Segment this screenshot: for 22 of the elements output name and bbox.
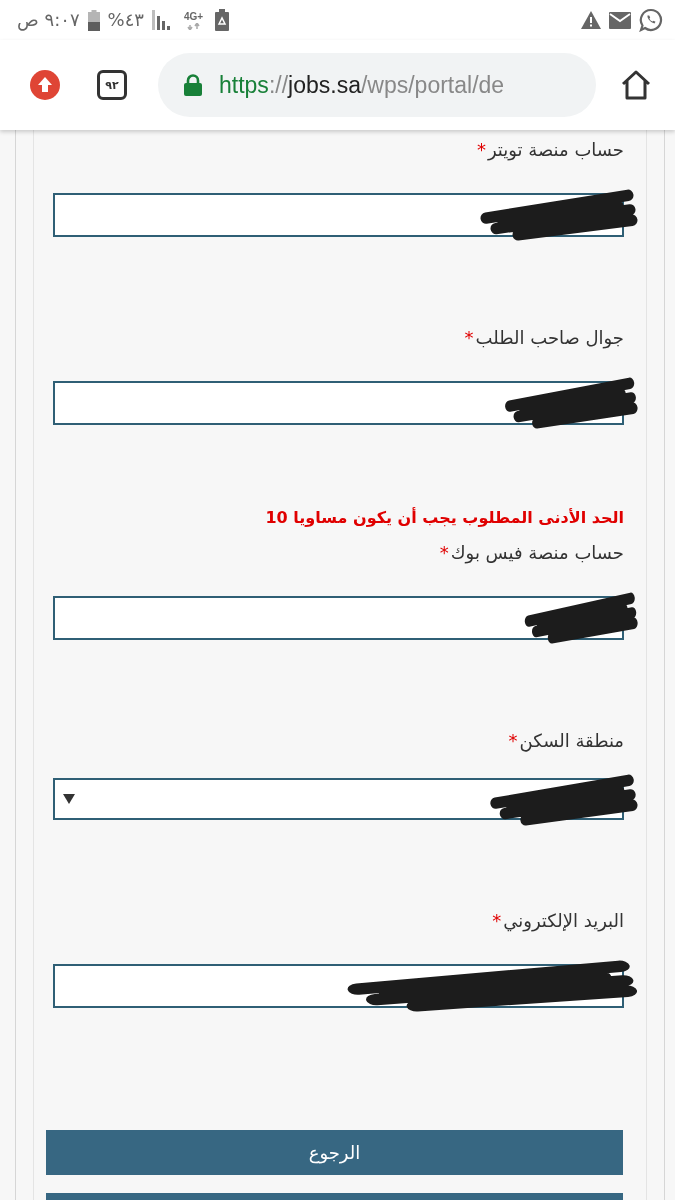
signal-bars-icon (152, 10, 172, 30)
error-message: الحد الأدنى المطلوب يجب أن يكون مساويا 10 (264, 506, 624, 529)
caret-icon (63, 794, 75, 804)
address-bar[interactable]: https://jobs.sa/wps/portal/de (158, 53, 596, 117)
lock-icon (184, 74, 202, 96)
url-text: https://jobs.sa/wps/portal/de (219, 71, 505, 99)
field-label: البريد الإلكتروني* (491, 909, 624, 934)
battery-icon (87, 9, 100, 31)
home-icon[interactable] (620, 69, 652, 101)
mail-icon (609, 11, 631, 29)
field-label: جوال صاحب الطلب* (463, 326, 624, 351)
network-type: 4G+ (184, 10, 204, 22)
data-arrows-icon (187, 22, 201, 30)
status-time: ٩:٠٧ ص (17, 9, 80, 31)
field-label: حساب منصة تويتر* (475, 138, 624, 163)
field-label: حساب منصة فيس بوك* (438, 541, 624, 566)
back-button[interactable]: الرجوع (46, 1130, 623, 1175)
field-label: منطقة السكن* (507, 729, 624, 754)
warning-icon (581, 11, 601, 29)
tab-switcher-button[interactable]: ٩٢ (97, 70, 127, 100)
battery-percent: ٤٣% (107, 9, 144, 31)
chat-bubble-phone-icon (639, 8, 663, 32)
